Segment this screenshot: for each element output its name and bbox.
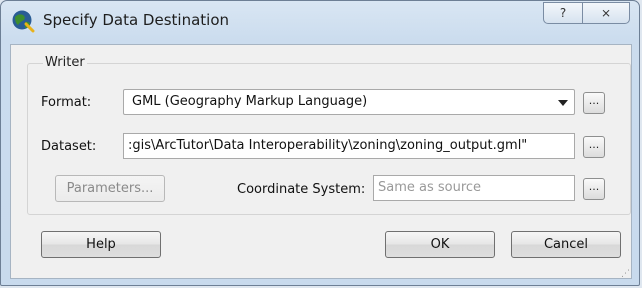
resize-grip-icon[interactable]: ⋰ [621,269,630,279]
coordinate-system-input[interactable]: Same as source [373,175,575,201]
chevron-down-icon [558,100,568,106]
ok-button[interactable]: OK [385,231,495,258]
dialog-title: Specify Data Destination [43,11,230,29]
qgis-globe-icon [12,10,35,33]
title-bar[interactable]: Specify Data Destination ? ⨯ [1,1,639,41]
writer-group-title: Writer [43,55,87,70]
format-select-value: GML (Geography Markup Language) [132,94,368,109]
dialog-window: Specify Data Destination ? ⨯ Writer Form… [0,0,640,286]
help-title-button[interactable]: ? [543,2,583,24]
format-select[interactable]: GML (Geography Markup Language) [123,89,575,115]
parameters-button[interactable]: Parameters... [55,175,165,202]
coordinate-system-label: Coordinate System: [237,182,366,197]
format-label: Format: [41,95,92,110]
coordinate-system-browse-button[interactable]: ... [583,178,605,200]
format-browse-button[interactable]: ... [583,92,605,114]
close-button[interactable]: ⨯ [582,2,630,24]
close-icon: ⨯ [600,6,612,20]
cancel-button[interactable]: Cancel [511,231,621,258]
help-button[interactable]: Help [41,231,161,258]
question-mark-icon: ? [559,6,567,20]
dataset-browse-button[interactable]: ... [583,136,605,158]
dataset-input[interactable]: :gis\ArcTutor\Data Interoperability\zoni… [123,133,575,159]
dataset-label: Dataset: [41,139,97,154]
